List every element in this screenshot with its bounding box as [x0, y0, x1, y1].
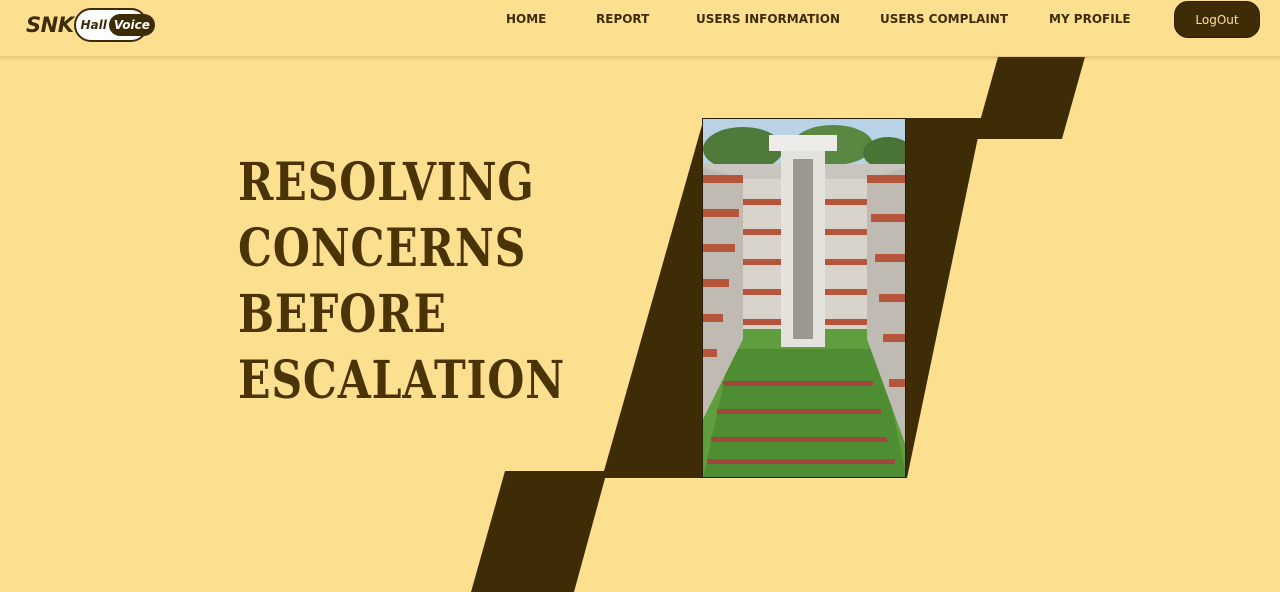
nav-my-profile[interactable]: MY PROFILE	[1049, 12, 1131, 26]
logo-voice-text: Voice	[108, 14, 155, 36]
building-courtyard-image	[703, 119, 905, 477]
nav-users-complaint[interactable]: USERS COMPLAINT	[880, 12, 1008, 26]
site-logo[interactable]: SNK Hall Voice	[26, 7, 155, 43]
nav-home[interactable]: HOME	[506, 12, 546, 26]
logout-button[interactable]: LogOut	[1174, 1, 1260, 38]
decorative-shapes	[471, 39, 1090, 592]
dormitory-courtyard-photo	[702, 118, 906, 478]
nav-report[interactable]: REPORT	[596, 12, 649, 26]
bottom-left-slant-shape	[471, 471, 607, 592]
navbar: SNK Hall Voice HOME REPORT USERS INFORMA…	[0, 0, 1280, 57]
nav-users-information[interactable]: USERS INFORMATION	[696, 12, 840, 26]
logo-snk-text: SNK	[26, 13, 74, 37]
logo-hall-text: Hall	[80, 18, 107, 32]
logo-pill: Hall Voice	[74, 8, 155, 42]
